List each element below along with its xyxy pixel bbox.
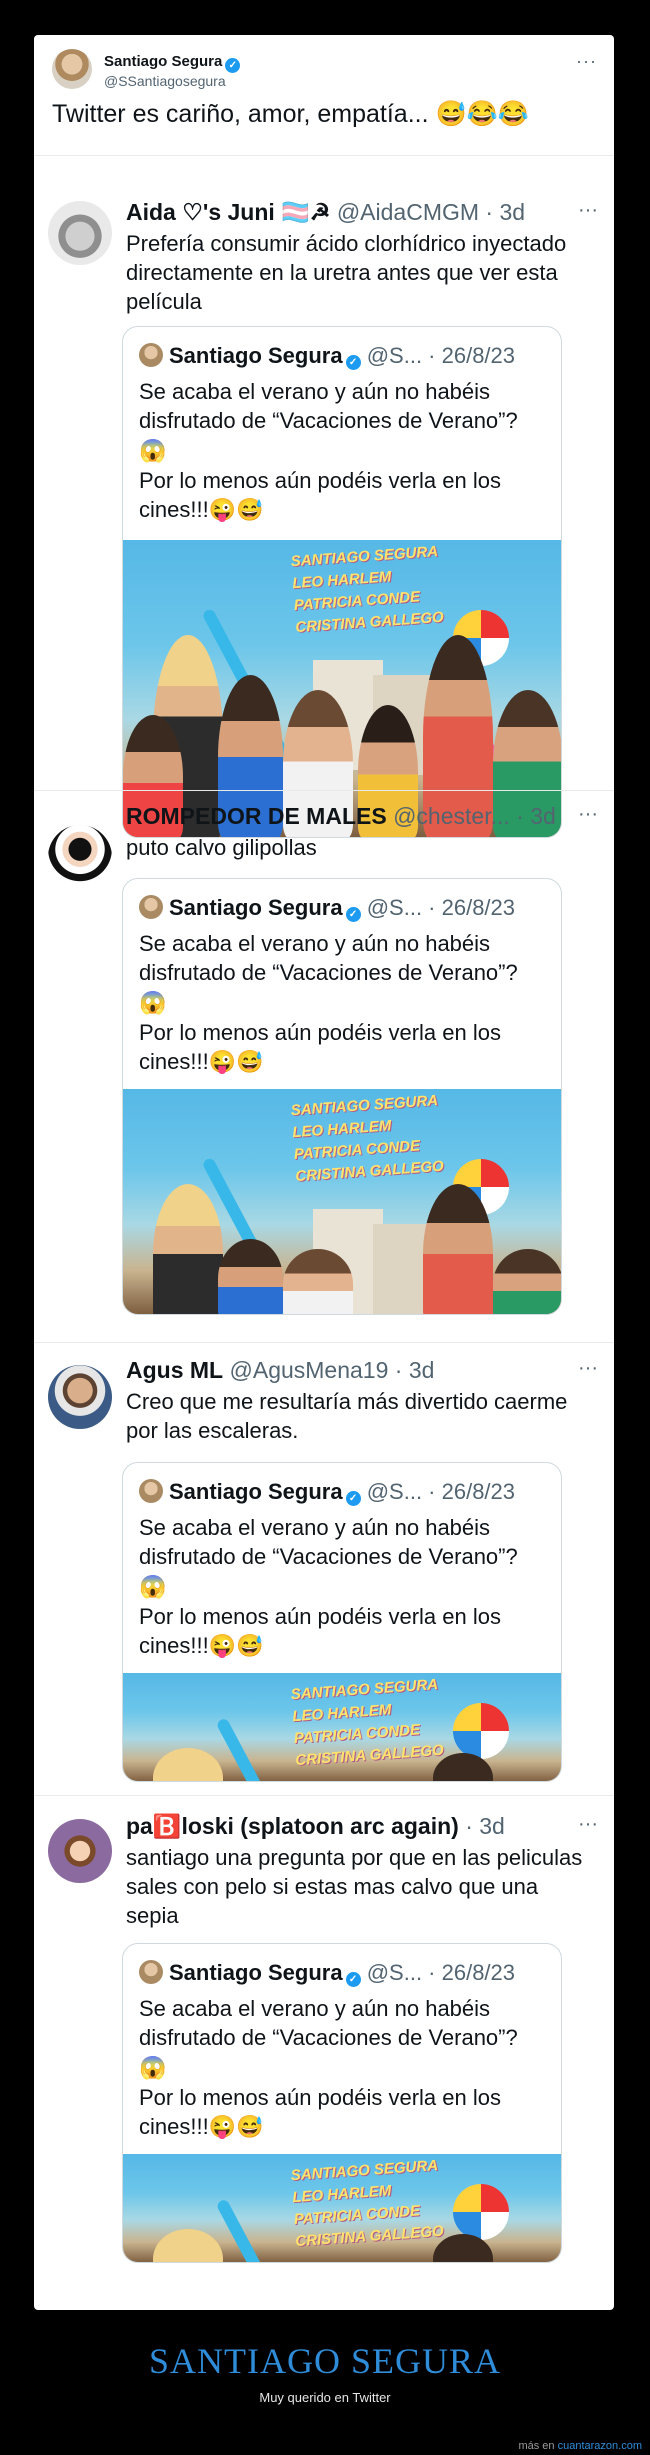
- post-title: SANTIAGO SEGURA: [148, 2341, 501, 2381]
- quoted-line: Se acaba el verano y aún no habéis disfr…: [139, 1996, 518, 2050]
- reply-text: santiago una pregunta por que en las pel…: [126, 1845, 583, 1928]
- reply-header: Aida ♡'s Juni 🏳️‍⚧️☭ @AidaCMGM · 3d: [126, 199, 596, 226]
- quoted-line: 😱: [139, 438, 167, 463]
- poster-credits: SANTIAGO SEGURA LEO HARLEM PATRICIA COND…: [290, 1674, 444, 1772]
- poster-credits: SANTIAGO SEGURA LEO HARLEM PATRICIA COND…: [290, 2155, 444, 2253]
- quoted-tweet-text: Se acaba el verano y aún no habéis disfr…: [139, 1513, 549, 1661]
- quoted-tweet[interactable]: Santiago Segura ✓ @S... · 26/8/23 Se acab…: [122, 878, 562, 1315]
- reply-author-handle[interactable]: @AidaCMGM · 3d: [337, 199, 525, 225]
- reply-author-name[interactable]: pa🅱️loski (splatoon arc again): [126, 1813, 459, 1839]
- reply-tweet[interactable]: ROMPEDOR DE MALES @chester... · 3d ··· p…: [34, 795, 614, 1315]
- verified-badge-icon: ✓: [225, 58, 241, 73]
- avatar[interactable]: [48, 1365, 112, 1429]
- main-tweet-header: Santiago Segura ✓ @SSantiagosegura ···: [52, 49, 597, 101]
- avatar: [139, 895, 163, 919]
- quoted-line: 😱: [139, 990, 167, 1015]
- more-options-icon[interactable]: ···: [578, 1813, 598, 1836]
- poster-credits: SANTIAGO SEGURA LEO HARLEM PATRICIA COND…: [290, 541, 444, 639]
- reply-header: ROMPEDOR DE MALES @chester... · 3d: [126, 803, 596, 830]
- reply-header: Agus ML @AgusMena19 · 3d: [126, 1357, 596, 1384]
- quoted-tweet-header: Santiago Segura ✓ @S... · 26/8/23: [139, 895, 515, 922]
- quoted-tweet-header: Santiago Segura ✓ @S... · 26/8/23: [139, 1960, 515, 1987]
- reply-tweet[interactable]: pa🅱️loski (splatoon arc again) · 3d ··· …: [34, 1801, 614, 2291]
- more-options-icon[interactable]: ···: [576, 51, 597, 72]
- post-subtitle: Muy querido en Twitter: [259, 2390, 391, 2405]
- verified-badge-icon: ✓: [345, 1972, 361, 1987]
- quoted-author-name: Santiago Segura: [169, 343, 343, 368]
- more-options-icon[interactable]: ···: [578, 803, 598, 826]
- quoted-author-name: Santiago Segura: [169, 1479, 343, 1504]
- author-handle[interactable]: @SSantiagosegura: [104, 73, 226, 89]
- reply-text: puto calvo gilipollas: [126, 835, 317, 860]
- quoted-author-handle: @S... · 26/8/23: [366, 1479, 516, 1504]
- author-name[interactable]: Santiago Segura ✓: [104, 53, 241, 73]
- avatar[interactable]: [48, 1819, 112, 1883]
- movie-poster-image[interactable]: SANTIAGO SEGURA LEO HARLEM PATRICIA COND…: [123, 1089, 561, 1314]
- quoted-tweet[interactable]: Santiago Segura ✓ @S... · 26/8/23 Se acab…: [122, 326, 562, 838]
- quoted-line: Por lo menos aún podéis verla en los cin…: [139, 1604, 501, 1658]
- avatar[interactable]: [48, 825, 112, 889]
- quoted-tweet[interactable]: Santiago Segura ✓ @S... · 26/8/23 Se acab…: [122, 1462, 562, 1782]
- reply-header: pa🅱️loski (splatoon arc again) · 3d: [126, 1813, 596, 1840]
- verified-badge-icon: ✓: [345, 355, 361, 370]
- divider: [34, 1795, 614, 1796]
- movie-poster-image[interactable]: SANTIAGO SEGURA LEO HARLEM PATRICIA COND…: [123, 2154, 561, 2262]
- reply-author-handle[interactable]: · 3d: [465, 1813, 505, 1839]
- main-tweet-text: Twitter es cariño, amor, empatía... 😅😂😂: [52, 100, 529, 128]
- quoted-line: Por lo menos aún podéis verla en los cin…: [139, 2085, 501, 2139]
- quoted-line: Por lo menos aún podéis verla en los cin…: [139, 468, 501, 522]
- avatar[interactable]: [52, 49, 92, 89]
- quoted-line: 😱: [139, 2055, 167, 2080]
- quoted-line: Se acaba el verano y aún no habéis disfr…: [139, 379, 518, 433]
- source-link[interactable]: cuantarazon.com: [558, 2440, 642, 2452]
- movie-poster-image[interactable]: SANTIAGO SEGURA LEO HARLEM PATRICIA COND…: [123, 540, 561, 837]
- reply-author-name[interactable]: Agus ML: [126, 1357, 223, 1383]
- quoted-line: Se acaba el verano y aún no habéis disfr…: [139, 1515, 518, 1569]
- verified-badge-icon: ✓: [345, 907, 361, 922]
- reply-tweet[interactable]: Agus ML @AgusMena19 · 3d ··· Creo que me…: [34, 1347, 614, 1817]
- quoted-tweet-text: Se acaba el verano y aún no habéis disfr…: [139, 377, 549, 525]
- source-credit: más en cuantarazon.com: [518, 2440, 642, 2452]
- reply-tweet[interactable]: Aida ♡'s Juni 🏳️‍⚧️☭ @AidaCMGM · 3d ··· …: [34, 163, 614, 838]
- avatar: [139, 1479, 163, 1503]
- quoted-tweet-header: Santiago Segura ✓ @S... · 26/8/23: [139, 1479, 515, 1506]
- quoted-author-handle: @S... · 26/8/23: [366, 895, 516, 920]
- avatar: [139, 1960, 163, 1984]
- quoted-author-handle: @S... · 26/8/23: [366, 1960, 516, 1985]
- quoted-author-name: Santiago Segura: [169, 895, 343, 920]
- quoted-author-name: Santiago Segura: [169, 1960, 343, 1985]
- movie-poster-image[interactable]: SANTIAGO SEGURA LEO HARLEM PATRICIA COND…: [123, 1673, 561, 1781]
- quoted-line: 😱: [139, 1574, 167, 1599]
- reply-author-name[interactable]: ROMPEDOR DE MALES: [126, 803, 387, 829]
- quoted-tweet-text: Se acaba el verano y aún no habéis disfr…: [139, 929, 549, 1077]
- reply-author-name[interactable]: Aida ♡'s Juni 🏳️‍⚧️☭: [126, 199, 330, 225]
- author-name-text: Santiago Segura: [104, 53, 223, 70]
- quoted-tweet[interactable]: Santiago Segura ✓ @S... · 26/8/23 Se acab…: [122, 1943, 562, 2263]
- beach-ball-icon: [453, 1703, 509, 1759]
- divider: [34, 155, 614, 156]
- quoted-author-handle: @S... · 26/8/23: [366, 343, 516, 368]
- quoted-tweet-header: Santiago Segura ✓ @S... · 26/8/23: [139, 343, 515, 370]
- tweet-card: Santiago Segura ✓ @SSantiagosegura ··· Tw…: [34, 35, 614, 2310]
- divider: [34, 790, 614, 791]
- beach-ball-icon: [453, 2184, 509, 2240]
- more-options-icon[interactable]: ···: [578, 1357, 598, 1380]
- quoted-line: Se acaba el verano y aún no habéis disfr…: [139, 931, 518, 985]
- verified-badge-icon: ✓: [345, 1491, 361, 1506]
- quoted-tweet-text: Se acaba el verano y aún no habéis disfr…: [139, 1994, 549, 2142]
- more-options-icon[interactable]: ···: [578, 199, 598, 222]
- avatar[interactable]: [48, 201, 112, 265]
- source-prefix: más en: [518, 2440, 558, 2452]
- reply-author-handle[interactable]: @AgusMena19 · 3d: [230, 1357, 435, 1383]
- reply-author-handle[interactable]: @chester... · 3d: [393, 803, 556, 829]
- quoted-line: Por lo menos aún podéis verla en los cin…: [139, 1020, 501, 1074]
- reply-text: Creo que me resultaría más divertido cae…: [126, 1389, 568, 1443]
- reply-text: Prefería consumir ácido clorhídrico inye…: [126, 231, 567, 314]
- poster-credits: SANTIAGO SEGURA LEO HARLEM PATRICIA COND…: [290, 1090, 444, 1188]
- divider: [34, 1342, 614, 1343]
- avatar: [139, 343, 163, 367]
